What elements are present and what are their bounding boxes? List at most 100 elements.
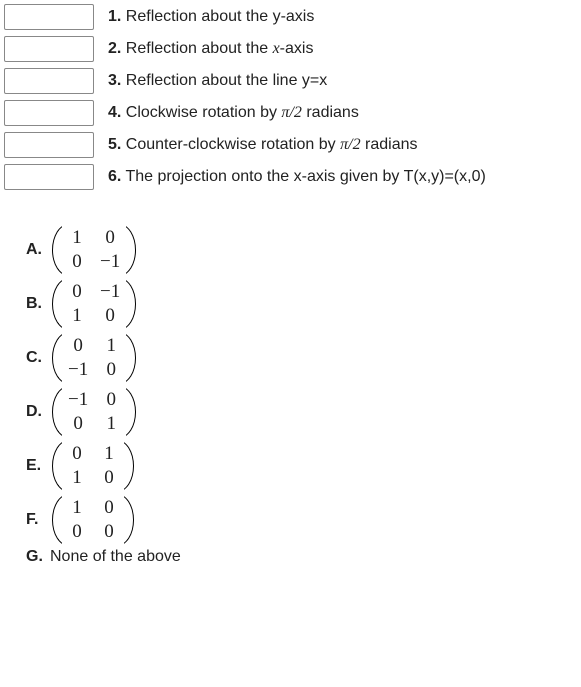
option-row: E. 01 10 [26, 440, 577, 492]
prompt-number: 1. [108, 8, 121, 25]
paren-left-icon [50, 224, 62, 276]
matrix-cells: 01 10 [62, 440, 124, 492]
paren-right-icon [124, 494, 136, 546]
matrix-cell: 0 [102, 359, 120, 381]
prompt-fragment: -axis [280, 40, 314, 57]
option-label: E. [26, 457, 50, 475]
option-row: C. 01 −10 [26, 332, 577, 384]
matrix-cells: 10 0−1 [62, 224, 126, 276]
matrix-cell: 0 [100, 305, 120, 327]
math-italic: x [273, 40, 280, 57]
paren-right-icon [126, 278, 138, 330]
paren-left-icon [50, 440, 62, 492]
prompt-text: 5. Counter-clockwise rotation by π/2 rad… [108, 134, 418, 156]
matrix-cells: 01 −10 [62, 332, 126, 384]
matrix-cell: 0 [100, 227, 120, 249]
paren-left-icon [50, 494, 62, 546]
prompt-fragment: The projection onto the x-axis given by … [126, 168, 486, 185]
matching-row: 2. Reflection about the x-axis [4, 36, 577, 62]
matrix: 0−1 10 [50, 278, 138, 330]
option-row: D. −10 01 [26, 386, 577, 438]
matrix: −10 01 [50, 386, 138, 438]
matrix: 01 10 [50, 440, 136, 492]
matrix-cell: 0 [68, 251, 86, 273]
matrix-cells: 10 00 [62, 494, 124, 546]
matrix-cell: 0 [68, 443, 86, 465]
answer-input-5[interactable] [4, 132, 94, 158]
matrix-cell: −1 [100, 281, 120, 303]
prompt-text: 4. Clockwise rotation by π/2 radians [108, 102, 359, 124]
matrix-cell: 1 [68, 305, 86, 327]
prompt-text: 3. Reflection about the line y=x [108, 70, 327, 92]
prompt-number: 2. [108, 40, 121, 57]
option-text: None of the above [50, 548, 181, 566]
matrix: 01 −10 [50, 332, 138, 384]
math-fraction: π/2 [281, 104, 301, 121]
matrix-cells: −10 01 [62, 386, 126, 438]
matching-section: 1. Reflection about the y-axis 2. Reflec… [4, 4, 577, 190]
matching-row: 6. The projection onto the x-axis given … [4, 164, 577, 190]
matching-row: 4. Clockwise rotation by π/2 radians [4, 100, 577, 126]
option-label: C. [26, 349, 50, 367]
math-fraction: π/2 [340, 136, 360, 153]
prompt-number: 4. [108, 104, 121, 121]
matrix-cell: 1 [68, 497, 86, 519]
paren-left-icon [50, 386, 62, 438]
prompt-number: 6. [108, 168, 121, 185]
prompt-fragment: Reflection about the y-axis [126, 8, 315, 25]
option-row: B. 0−1 10 [26, 278, 577, 330]
matrix-cell: 1 [102, 413, 120, 435]
matrix-cells: 0−1 10 [62, 278, 126, 330]
prompt-number: 5. [108, 136, 121, 153]
prompt-fragment: Counter-clockwise rotation by [126, 136, 340, 153]
paren-right-icon [126, 332, 138, 384]
prompt-fragment: Reflection about the line y=x [126, 72, 327, 89]
answer-input-6[interactable] [4, 164, 94, 190]
prompt-number: 3. [108, 72, 121, 89]
matrix-cell: 0 [100, 497, 118, 519]
answer-input-3[interactable] [4, 68, 94, 94]
option-label: A. [26, 241, 50, 259]
matrix-cell: 0 [68, 281, 86, 303]
matching-row: 1. Reflection about the y-axis [4, 4, 577, 30]
option-row: F. 10 00 [26, 494, 577, 546]
prompt-text: 2. Reflection about the x-axis [108, 38, 313, 60]
matrix-cell: 0 [100, 521, 118, 543]
matrix-cell: 0 [68, 413, 88, 435]
prompt-text: 1. Reflection about the y-axis [108, 6, 314, 28]
matrix: 10 00 [50, 494, 136, 546]
option-label: F. [26, 511, 50, 529]
matrix-cell: −1 [68, 389, 88, 411]
matrix-cell: −1 [68, 359, 88, 381]
matrix-cell: 1 [68, 467, 86, 489]
option-label: G. [26, 548, 50, 566]
paren-left-icon [50, 278, 62, 330]
matrix-cell: 0 [68, 521, 86, 543]
paren-left-icon [50, 332, 62, 384]
prompt-fragment: radians [361, 136, 418, 153]
option-row: A. 10 0−1 [26, 224, 577, 276]
matrix-cell: 0 [68, 335, 88, 357]
prompt-fragment: Clockwise rotation by [126, 104, 282, 121]
options-section: A. 10 0−1 B. 0−1 10 C. 01 −10 [26, 224, 577, 566]
matching-row: 3. Reflection about the line y=x [4, 68, 577, 94]
matrix-cell: −1 [100, 251, 120, 273]
option-label: D. [26, 403, 50, 421]
matrix-cell: 1 [100, 443, 118, 465]
matching-row: 5. Counter-clockwise rotation by π/2 rad… [4, 132, 577, 158]
matrix-cell: 0 [100, 467, 118, 489]
prompt-fragment: radians [302, 104, 359, 121]
answer-input-4[interactable] [4, 100, 94, 126]
option-row-none: G. None of the above [26, 548, 577, 566]
matrix-cell: 1 [68, 227, 86, 249]
answer-input-2[interactable] [4, 36, 94, 62]
answer-input-1[interactable] [4, 4, 94, 30]
paren-right-icon [126, 386, 138, 438]
option-label: B. [26, 295, 50, 313]
matrix-cell: 1 [102, 335, 120, 357]
matrix: 10 0−1 [50, 224, 138, 276]
paren-right-icon [124, 440, 136, 492]
prompt-text: 6. The projection onto the x-axis given … [108, 166, 486, 188]
prompt-fragment: Reflection about the [126, 40, 273, 57]
matrix-cell: 0 [102, 389, 120, 411]
